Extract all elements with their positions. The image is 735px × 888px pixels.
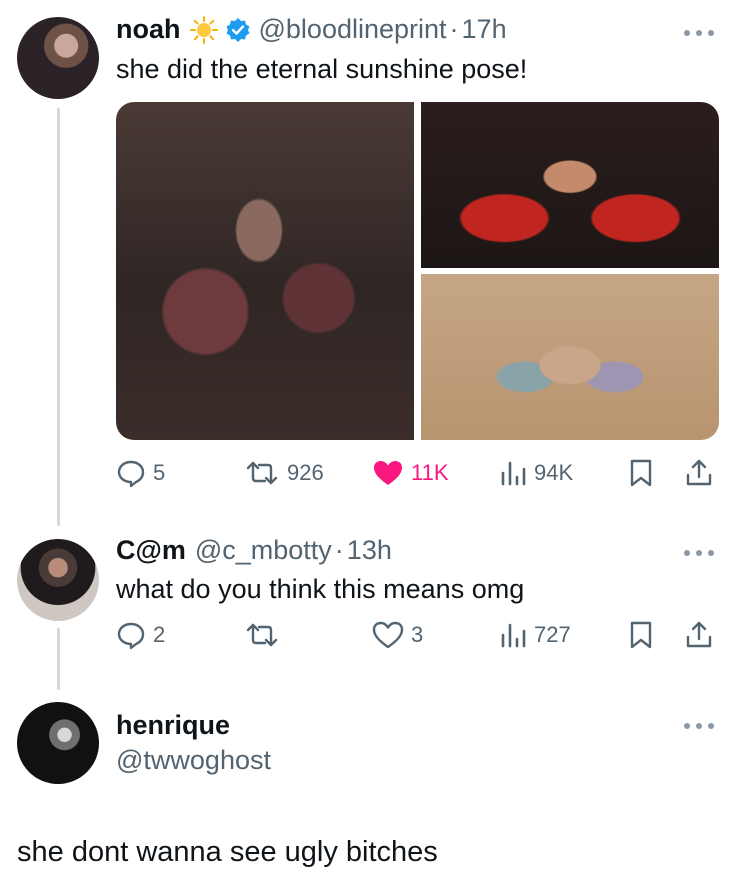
views-count: 727 [534,622,571,647]
views-button[interactable]: 94K [499,453,573,493]
retweet-button[interactable] [244,615,280,655]
views-button[interactable]: 727 [499,615,571,655]
handle[interactable]: @c_mbotty [195,535,332,566]
avatar[interactable] [17,539,99,621]
handle[interactable]: @twwoghost [116,745,271,776]
like-count: 11K [411,460,449,485]
views-count: 94K [534,460,574,485]
tweet-header: noah @bloodlineprint · 17h [116,14,507,45]
photo[interactable] [421,274,719,440]
action-bar: 5 926 11K 94K [116,453,719,493]
timestamp[interactable]: 13h [347,535,392,566]
avatar[interactable] [17,17,99,99]
like-button[interactable]: 11K [372,453,449,493]
display-name[interactable]: henrique [116,710,230,741]
verified-icon [225,17,251,43]
reply-count: 2 [153,622,166,647]
media-grid[interactable] [116,102,719,440]
more-icon[interactable] [684,549,714,557]
views-icon [499,458,527,488]
thread-line [57,108,60,526]
photo[interactable] [421,102,719,268]
share-icon [684,458,714,488]
display-name[interactable]: noah [116,14,181,45]
action-bar: 2 3 727 [116,615,719,655]
like-count: 3 [411,622,424,647]
reply-icon [116,620,146,650]
reply-count: 5 [153,460,166,485]
avatar[interactable] [17,702,99,784]
bookmark-icon [628,620,654,650]
views-icon [499,620,527,650]
bookmark-icon [628,458,654,488]
retweet-button[interactable]: 926 [244,453,324,493]
tweet-text: what do you think this means omg [116,574,525,604]
bookmark-button[interactable] [628,615,654,655]
reply-button[interactable]: 2 [116,615,165,655]
tweet-text: she did the eternal sunshine pose! [116,54,528,84]
more-icon[interactable] [684,722,714,730]
retweet-count: 926 [287,460,324,485]
tweet-text: she dont wanna see ugly bitches [17,836,438,868]
sun-icon [189,15,219,45]
photo[interactable] [116,102,414,440]
reply-header: C@m @c_mbotty · 13h [116,535,392,566]
bookmark-button[interactable] [628,453,654,493]
retweet-icon [244,458,280,488]
heart-icon [372,458,404,488]
handle[interactable]: @bloodlineprint [259,14,447,45]
share-button[interactable] [684,453,714,493]
share-icon [684,620,714,650]
reply-button[interactable]: 5 [116,453,165,493]
separator: · [334,535,344,565]
separator: · [449,14,459,44]
like-button[interactable]: 3 [372,615,423,655]
share-button[interactable] [684,615,714,655]
timestamp[interactable]: 17h [462,14,507,45]
reply-icon [116,458,146,488]
heart-icon [372,620,404,650]
retweet-icon [244,620,280,650]
display-name[interactable]: C@m [116,535,186,566]
more-icon[interactable] [684,29,714,37]
thread-line [57,628,60,690]
